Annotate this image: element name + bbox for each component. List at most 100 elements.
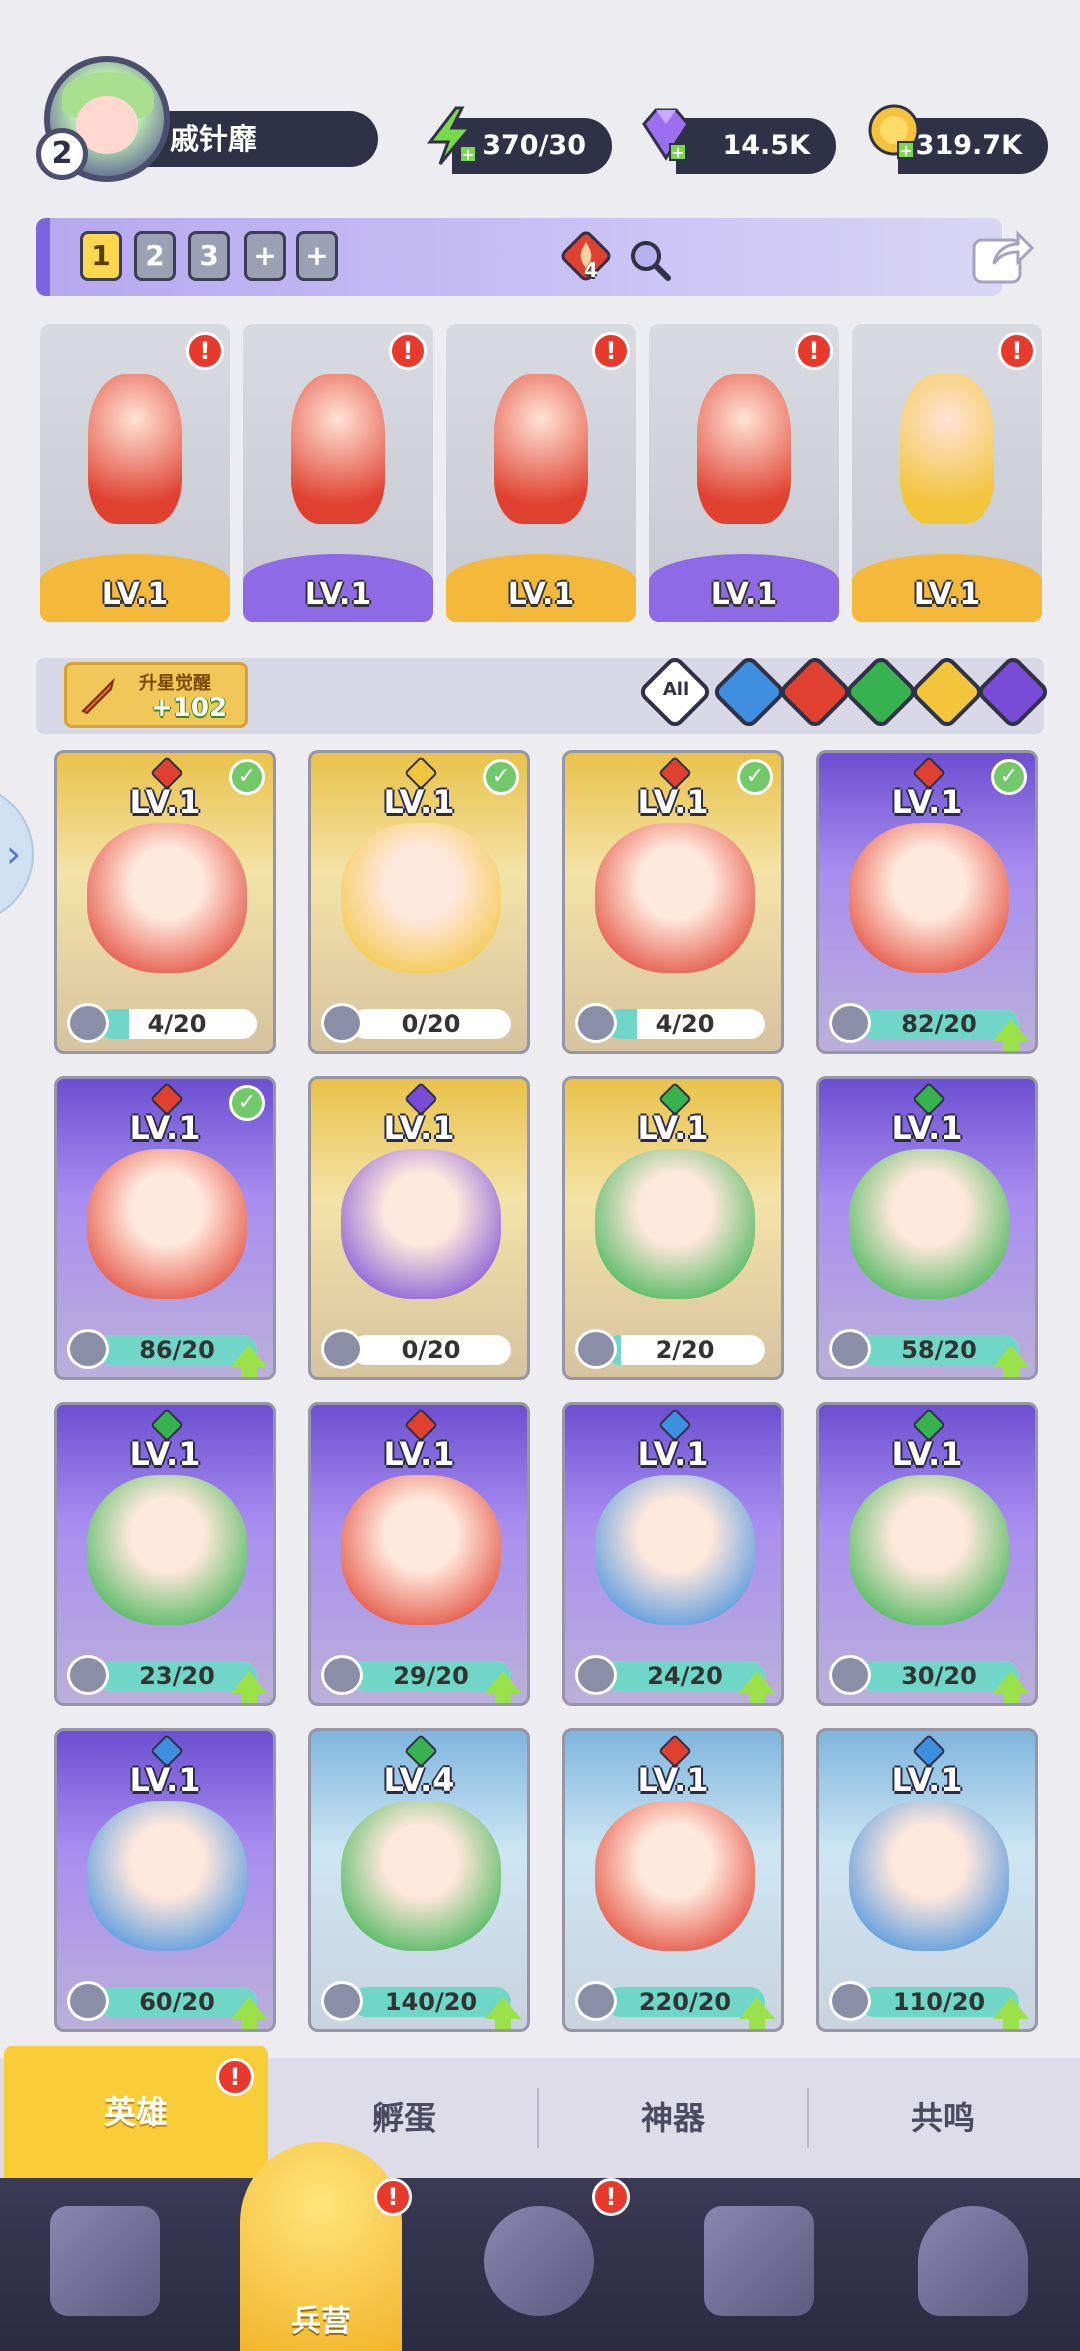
slot-level: LV.1 bbox=[710, 577, 778, 612]
shard-count: 4/20 bbox=[147, 1010, 207, 1038]
hero-portrait bbox=[87, 1475, 247, 1625]
hero-level: LV.1 bbox=[383, 1435, 455, 1473]
locked-chest-icon[interactable] bbox=[704, 2206, 814, 2316]
shard-icon bbox=[67, 1655, 109, 1695]
team-add-button-2[interactable]: + bbox=[296, 231, 338, 281]
shard-icon bbox=[829, 1981, 871, 2021]
hero-figure bbox=[88, 374, 182, 524]
hero-card[interactable]: LV.1 4/20 ✓ bbox=[54, 750, 276, 1054]
hero-portrait bbox=[849, 1801, 1009, 1951]
tab-resonance[interactable]: 共鸣 bbox=[810, 2058, 1076, 2178]
svg-text:+: + bbox=[671, 143, 684, 162]
tab-divider bbox=[537, 2088, 539, 2148]
upgrade-arrow-stem bbox=[241, 2015, 257, 2029]
chevron-right-icon: › bbox=[6, 832, 22, 876]
shard-icon bbox=[321, 1329, 363, 1369]
hero-card[interactable]: LV.1 82/20 ✓ bbox=[816, 750, 1038, 1054]
hero-figure bbox=[494, 374, 588, 524]
team-slot-alert-badge: ! bbox=[592, 332, 630, 370]
upgrade-arrow-stem bbox=[241, 1363, 257, 1377]
check-icon: ✓ bbox=[229, 1085, 265, 1121]
hero-card[interactable]: LV.1 0/20 ✓ bbox=[308, 750, 530, 1054]
hero-card[interactable]: LV.1 110/20 bbox=[816, 1728, 1038, 2032]
shard-icon bbox=[67, 1981, 109, 2021]
coin-icon: + bbox=[868, 104, 920, 160]
barracks-icon[interactable]: 兵营 bbox=[240, 2142, 402, 2351]
sword-icon bbox=[81, 677, 115, 715]
hero-card[interactable]: LV.4 140/20 bbox=[308, 1728, 530, 2032]
shard-icon bbox=[575, 1329, 617, 1369]
upgrade-arrow-stem bbox=[495, 2015, 511, 2029]
map-icon[interactable] bbox=[484, 2206, 594, 2316]
hero-card[interactable]: LV.1 24/20 bbox=[562, 1402, 784, 1706]
team-add-button-1[interactable]: + bbox=[244, 231, 286, 281]
upgrade-arrow-stem bbox=[749, 1689, 765, 1703]
hero-portrait bbox=[849, 823, 1009, 973]
gem-icon: + bbox=[642, 108, 690, 162]
shard-progress-bar: 4/20 bbox=[97, 1009, 257, 1039]
upgrade-arrow-stem bbox=[1003, 1037, 1019, 1051]
hero-portrait bbox=[595, 823, 755, 973]
hero-level: LV.1 bbox=[129, 1761, 201, 1799]
shard-progress-bar: 0/20 bbox=[351, 1335, 511, 1365]
share-icon[interactable] bbox=[970, 226, 1034, 286]
mushroom-icon[interactable] bbox=[918, 2206, 1028, 2316]
hero-card[interactable]: LV.1 23/20 bbox=[54, 1402, 276, 1706]
hero-portrait bbox=[341, 1149, 501, 1299]
hero-card[interactable]: LV.1 60/20 bbox=[54, 1728, 276, 2032]
hero-card[interactable]: LV.1 220/20 bbox=[562, 1728, 784, 2032]
shard-count: 0/20 bbox=[401, 1336, 461, 1364]
hero-card[interactable]: LV.1 58/20 bbox=[816, 1076, 1038, 1380]
search-icon[interactable] bbox=[626, 236, 672, 282]
hero-portrait bbox=[849, 1475, 1009, 1625]
slot-level: LV.1 bbox=[101, 577, 169, 612]
hero-level: LV.1 bbox=[891, 1435, 963, 1473]
slot-level: LV.1 bbox=[913, 577, 981, 612]
shard-count: 2/20 bbox=[655, 1336, 715, 1364]
shard-count: 4/20 bbox=[655, 1010, 715, 1038]
hero-figure bbox=[291, 374, 385, 524]
upgrade-arrow-stem bbox=[241, 1689, 257, 1703]
slot-level: LV.1 bbox=[507, 577, 575, 612]
team-tab-3[interactable]: 3 bbox=[188, 231, 230, 281]
hero-card[interactable]: LV.1 4/20 ✓ bbox=[562, 750, 784, 1054]
tab-divider bbox=[807, 2088, 809, 2148]
svg-text:+: + bbox=[461, 145, 474, 164]
hero-portrait bbox=[87, 1801, 247, 1951]
hero-level: LV.1 bbox=[891, 1761, 963, 1799]
team-tab-2[interactable]: 2 bbox=[134, 231, 176, 281]
slot-level: LV.1 bbox=[304, 577, 372, 612]
side-expand-tab[interactable]: › bbox=[0, 784, 34, 924]
upstar-awaken-button[interactable]: 升星觉醒 +102 bbox=[64, 662, 248, 728]
energy-bolt-icon: + bbox=[426, 106, 477, 165]
upstar-value: +102 bbox=[151, 693, 228, 723]
team-tab-1[interactable]: 1 bbox=[80, 231, 122, 281]
hero-card[interactable]: LV.1 29/20 bbox=[308, 1402, 530, 1706]
cards-icon[interactable] bbox=[50, 2206, 160, 2316]
shard-icon bbox=[321, 1655, 363, 1695]
nav-active-label: 兵营 bbox=[291, 2304, 351, 2339]
hero-level: LV.1 bbox=[637, 1435, 709, 1473]
player-level-badge: 2 bbox=[36, 128, 88, 180]
upgrade-arrow-stem bbox=[1003, 1363, 1019, 1377]
hero-card[interactable]: LV.1 2/20 bbox=[562, 1076, 784, 1380]
hero-level: LV.4 bbox=[383, 1761, 455, 1799]
hero-figure bbox=[697, 374, 791, 524]
filter-all-label: All bbox=[662, 679, 690, 700]
hero-level: LV.1 bbox=[637, 1109, 709, 1147]
hero-card[interactable]: LV.1 0/20 bbox=[308, 1076, 530, 1380]
sub-tab-bar: 英雄 孵蛋 神器 共鸣 bbox=[0, 2046, 1080, 2178]
hero-portrait bbox=[341, 1475, 501, 1625]
hero-portrait bbox=[595, 1149, 755, 1299]
team-slot-alert-badge: ! bbox=[795, 332, 833, 370]
shard-icon bbox=[67, 1329, 109, 1369]
hero-card[interactable]: LV.1 86/20 ✓ bbox=[54, 1076, 276, 1380]
gem-counter[interactable]: 14.5K bbox=[676, 118, 836, 174]
hero-card[interactable]: LV.1 30/20 bbox=[816, 1402, 1038, 1706]
team-slot-alert-badge: ! bbox=[389, 332, 427, 370]
check-icon: ✓ bbox=[229, 759, 265, 795]
shard-icon bbox=[575, 1003, 617, 1043]
svg-text:+: + bbox=[899, 141, 912, 160]
tab-artifacts[interactable]: 神器 bbox=[540, 2058, 806, 2178]
shard-icon bbox=[575, 1981, 617, 2021]
